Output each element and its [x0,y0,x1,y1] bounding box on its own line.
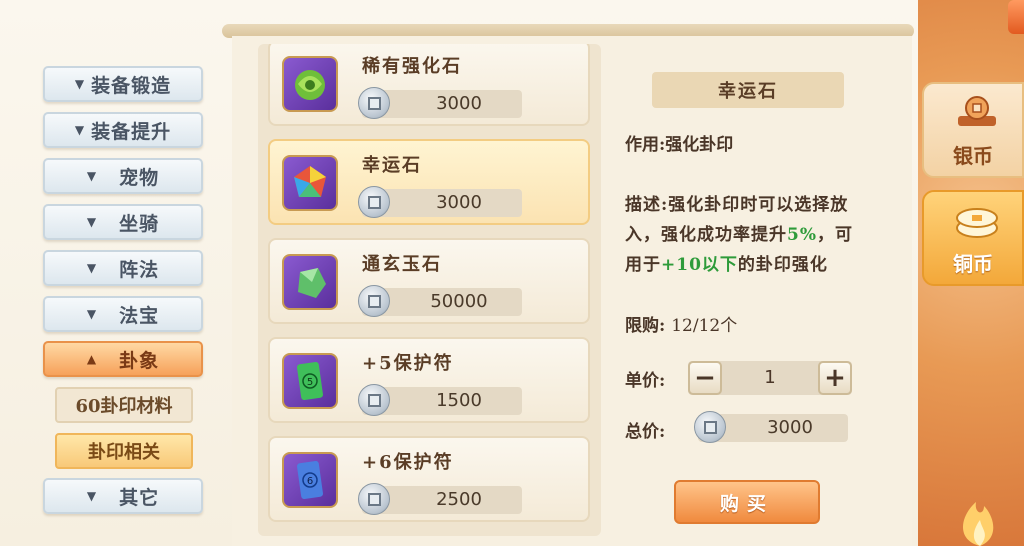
copper-coin-icon [358,285,390,317]
category-equipment-forge[interactable]: ▼ 装备锻造 [43,66,203,102]
protect-talisman-6-icon: 6 [282,452,338,508]
chevron-down-icon: ▼ [74,123,86,137]
chevron-down-icon: ▼ [86,169,98,183]
category-hexagram[interactable]: ▲ 卦象 [43,341,203,377]
tongxuan-jade-icon [282,254,338,310]
price-bar: 1500 [358,384,522,416]
copper-coin-icon [358,87,390,119]
list-item[interactable]: 稀有强化石 3000 [268,44,590,126]
copper-coin-icon [358,384,390,416]
buy-button[interactable]: 购买 [674,480,820,524]
category-mount[interactable]: ▼ 坐骑 [43,204,203,240]
price-bar: 2500 [358,483,522,515]
copper-coin-icon [358,483,390,515]
chevron-down-icon: ▼ [86,261,98,275]
item-list[interactable]: 稀有强化石 3000 幸运石 3000 通玄玉石 50000 5 +5保护符 1… [258,44,601,536]
list-item[interactable]: 5 +5保护符 1500 [268,337,590,423]
flame-decoration-icon [963,502,994,546]
unit-price-label: 单价: [625,371,666,391]
protect-talisman-5-icon: 5 [282,353,338,409]
category-formation[interactable]: ▼ 阵法 [43,250,203,286]
list-item[interactable]: 通玄玉石 50000 [268,238,590,324]
copper-coin-icon [358,186,390,218]
copper-coin-icon [694,411,726,443]
plus-button[interactable]: + [818,361,852,395]
rare-enhance-stone-icon [282,56,338,112]
price-bar: 50000 [358,285,522,317]
detail-title: 幸运石 [652,72,844,108]
detail-description: 描述:强化卦印时可以选择放入，强化成功率提升5%，可用于+10以下的卦印强化 [625,195,853,275]
total-price-bar: 3000 [694,411,848,443]
minus-button[interactable]: − [688,361,722,395]
svg-text:5: 5 [307,377,313,388]
subcategory-seal-related[interactable]: 卦印相关 [55,433,193,469]
category-pet[interactable]: ▼ 宠物 [43,158,203,194]
price-bar: 3000 [358,87,522,119]
category-other[interactable]: ▼ 其它 [43,478,203,514]
subcategory-60-seal-materials[interactable]: 60卦印材料 [55,387,193,423]
chevron-down-icon: ▼ [86,215,98,229]
total-price-label: 总价: [625,422,666,442]
tab-silver-coin[interactable]: 银币 [922,82,1024,178]
close-tab[interactable] [1008,0,1024,34]
lucky-stone-icon [282,155,338,211]
tab-copper-coin[interactable]: 铜币 [922,190,1024,286]
detail-effect: 作用:强化卦印 [625,135,734,155]
copper-coin-stack-icon [956,208,998,238]
category-treasure[interactable]: ▼ 法宝 [43,296,203,332]
list-item[interactable]: 6 +6保护符 2500 [268,436,590,522]
chevron-down-icon: ▼ [74,77,86,91]
chevron-down-icon: ▼ [86,307,98,321]
quantity-value[interactable]: 1 [722,361,818,395]
chevron-up-icon: ▲ [86,352,98,366]
quantity-stepper[interactable]: − 1 + [688,361,852,395]
svg-text:6: 6 [307,476,313,487]
price-bar: 3000 [358,186,522,218]
silver-coin-icon [958,96,996,126]
chevron-down-icon: ▼ [86,489,98,503]
list-item[interactable]: 幸运石 3000 [268,139,590,225]
purchase-limit: 限购: 12/12个 [625,316,738,336]
category-equipment-upgrade[interactable]: ▼ 装备提升 [43,112,203,148]
